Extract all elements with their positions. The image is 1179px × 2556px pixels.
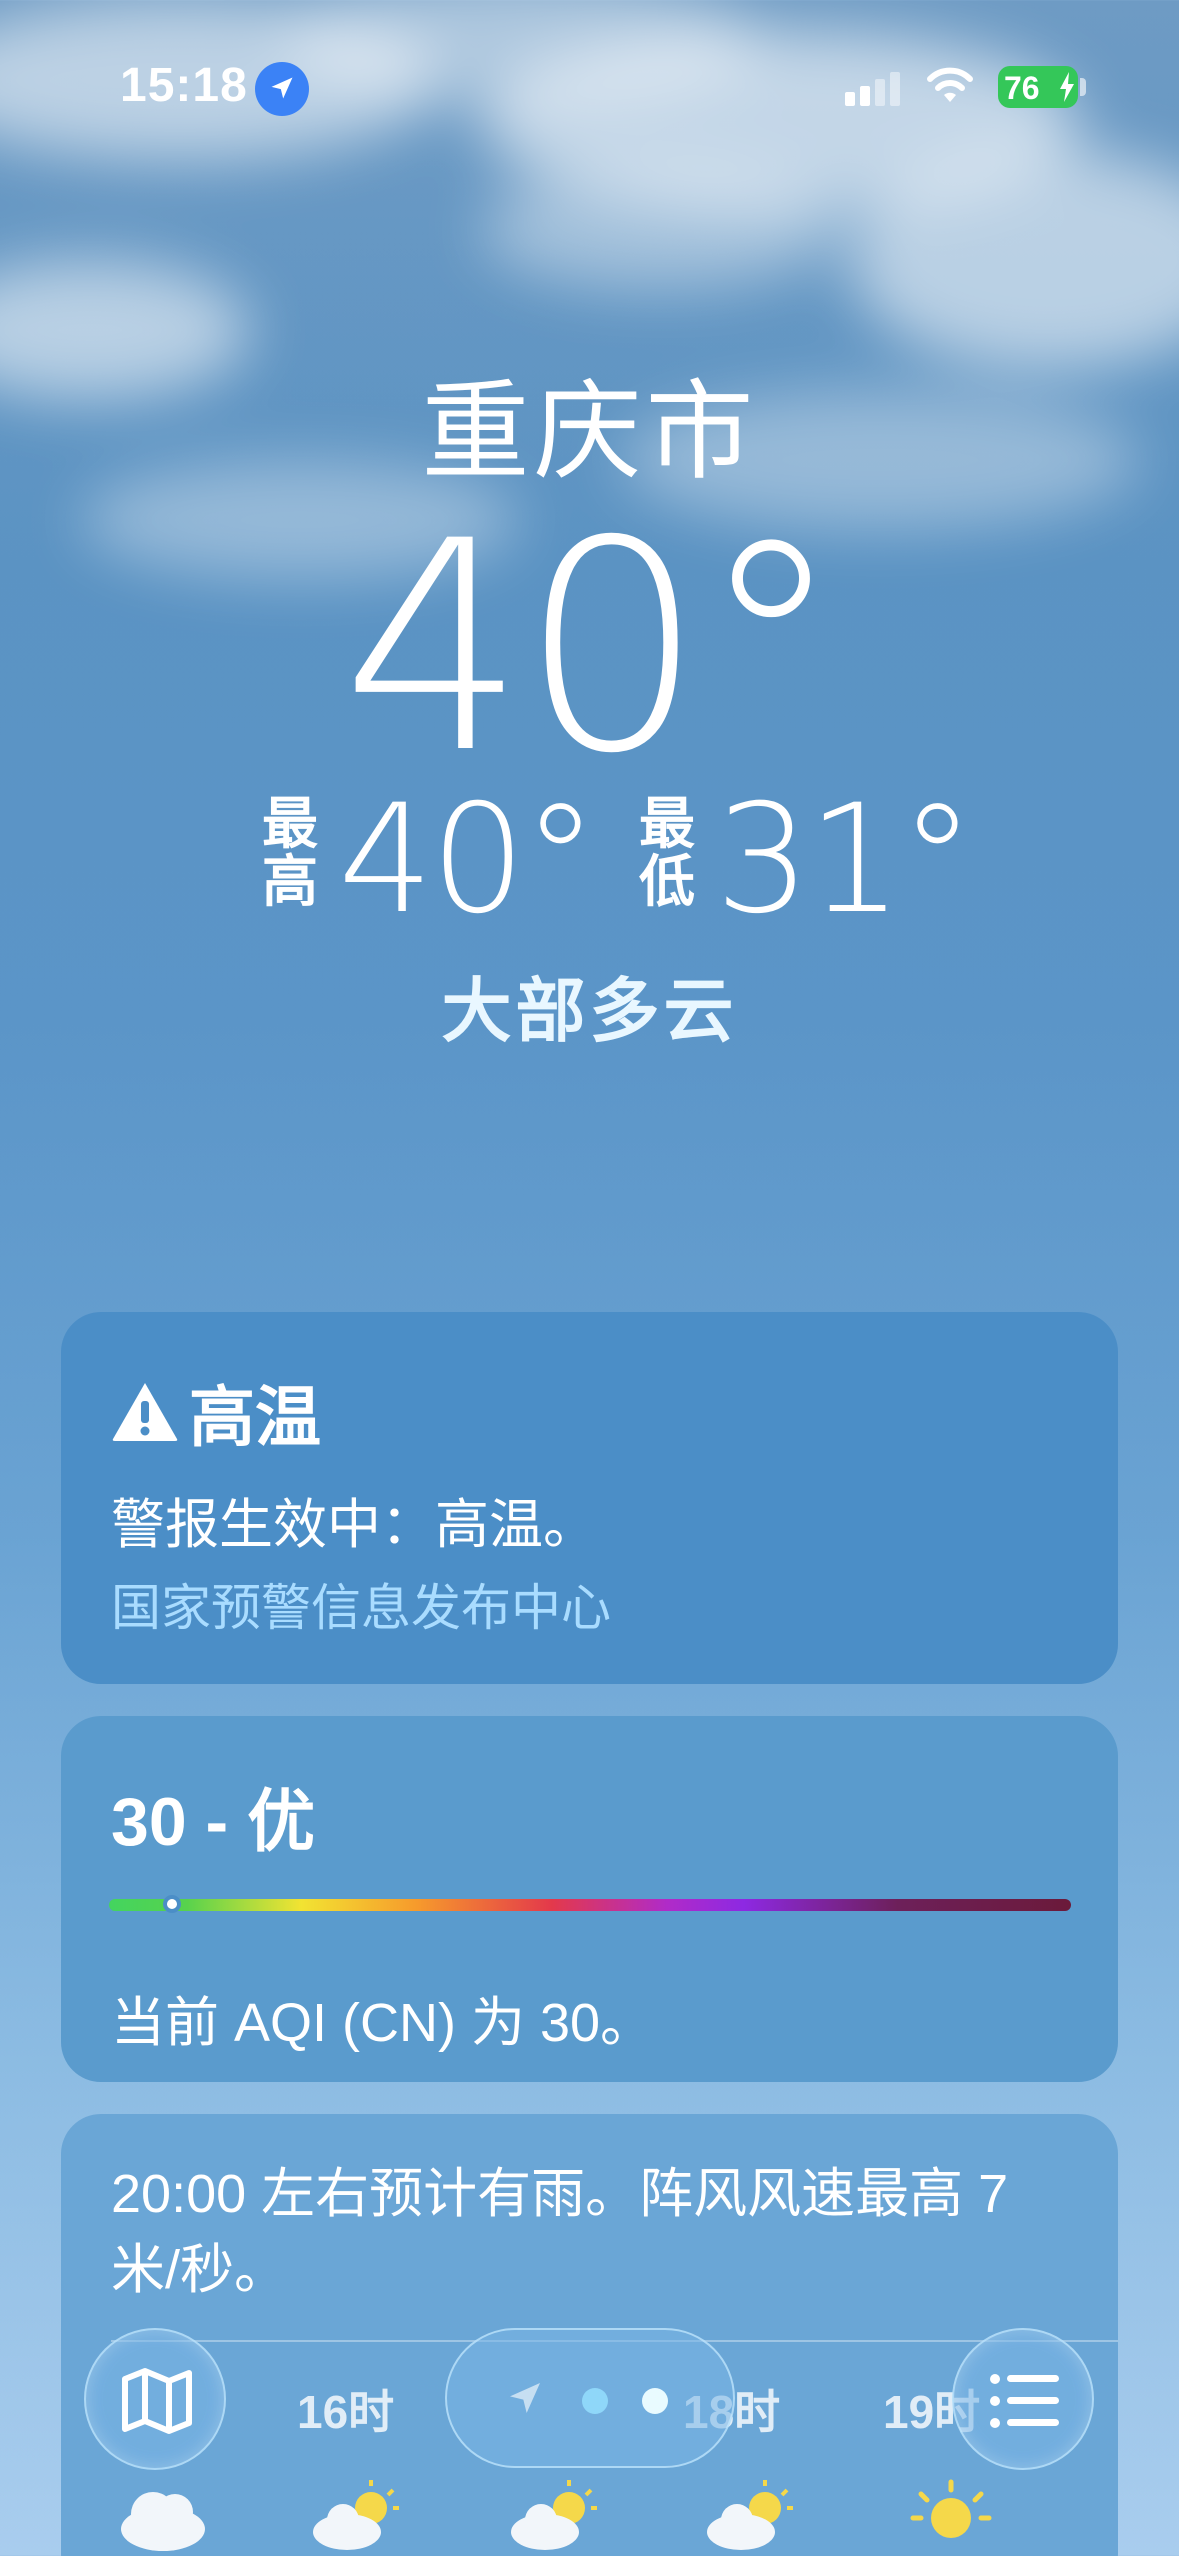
partly-sunny-icon xyxy=(707,2480,793,2550)
alert-title-text: 高温 xyxy=(189,1380,321,1454)
alert-message: 警报生效中：高温。 xyxy=(111,1495,597,1555)
hour-label: 16时 xyxy=(297,2386,395,2438)
high-label: 最高 xyxy=(262,792,318,913)
map-icon xyxy=(122,2368,192,2434)
map-button[interactable] xyxy=(84,2328,226,2470)
high-value: 40° xyxy=(338,773,598,947)
current-temperature: 40° xyxy=(341,480,843,817)
aqi-title: 30 - 优 xyxy=(111,1784,316,1860)
air-quality-card[interactable]: 30 - 优 当前 AQI (CN) 为 30。 xyxy=(61,1716,1118,2082)
alert-title: 高温 xyxy=(111,1364,321,1460)
page-dot[interactable] xyxy=(582,2388,608,2414)
location-arrow-icon xyxy=(510,2383,540,2413)
charging-bolt-icon xyxy=(1060,72,1074,102)
page-indicator[interactable] xyxy=(445,2328,735,2468)
forecast-summary: 20:00 左右预计有雨。阵风风速最高 7 米/秒。 xyxy=(111,2164,1009,2300)
severe-weather-alert-card[interactable]: 高温 警报生效中：高温。 国家预警信息发布中心 xyxy=(61,1312,1118,1684)
list-icon xyxy=(990,2374,1059,2428)
sun-icon xyxy=(910,2479,992,2538)
alert-source-link[interactable]: 国家预警信息发布中心 xyxy=(111,1568,611,1640)
warning-icon xyxy=(112,1383,178,1441)
battery-cap xyxy=(1080,78,1086,96)
low-label: 最低 xyxy=(639,792,695,913)
cellular-signal-icon xyxy=(845,72,900,106)
wifi-icon xyxy=(927,67,973,102)
battery-level: 76 xyxy=(1004,70,1040,106)
partly-sunny-icon xyxy=(313,2480,399,2550)
page-dot-active[interactable] xyxy=(642,2388,668,2414)
aqi-scale-bar xyxy=(109,1899,1071,1911)
location-arrow-icon xyxy=(255,62,309,116)
city-list-button[interactable] xyxy=(952,2328,1094,2470)
partly-sunny-icon xyxy=(511,2480,597,2550)
city-name: 重庆市 xyxy=(421,371,758,492)
weather-condition: 大部多云 xyxy=(441,972,738,1050)
status-bar: 15:18 76 xyxy=(0,0,1179,170)
aqi-description: 当前 AQI (CN) 为 30。 xyxy=(111,1993,655,2053)
cloud-icon xyxy=(121,2492,205,2551)
status-time: 15:18 xyxy=(120,59,248,112)
low-value: 31° xyxy=(715,773,975,947)
aqi-indicator xyxy=(163,1895,181,1913)
battery-charging-icon: 76 xyxy=(998,66,1078,108)
